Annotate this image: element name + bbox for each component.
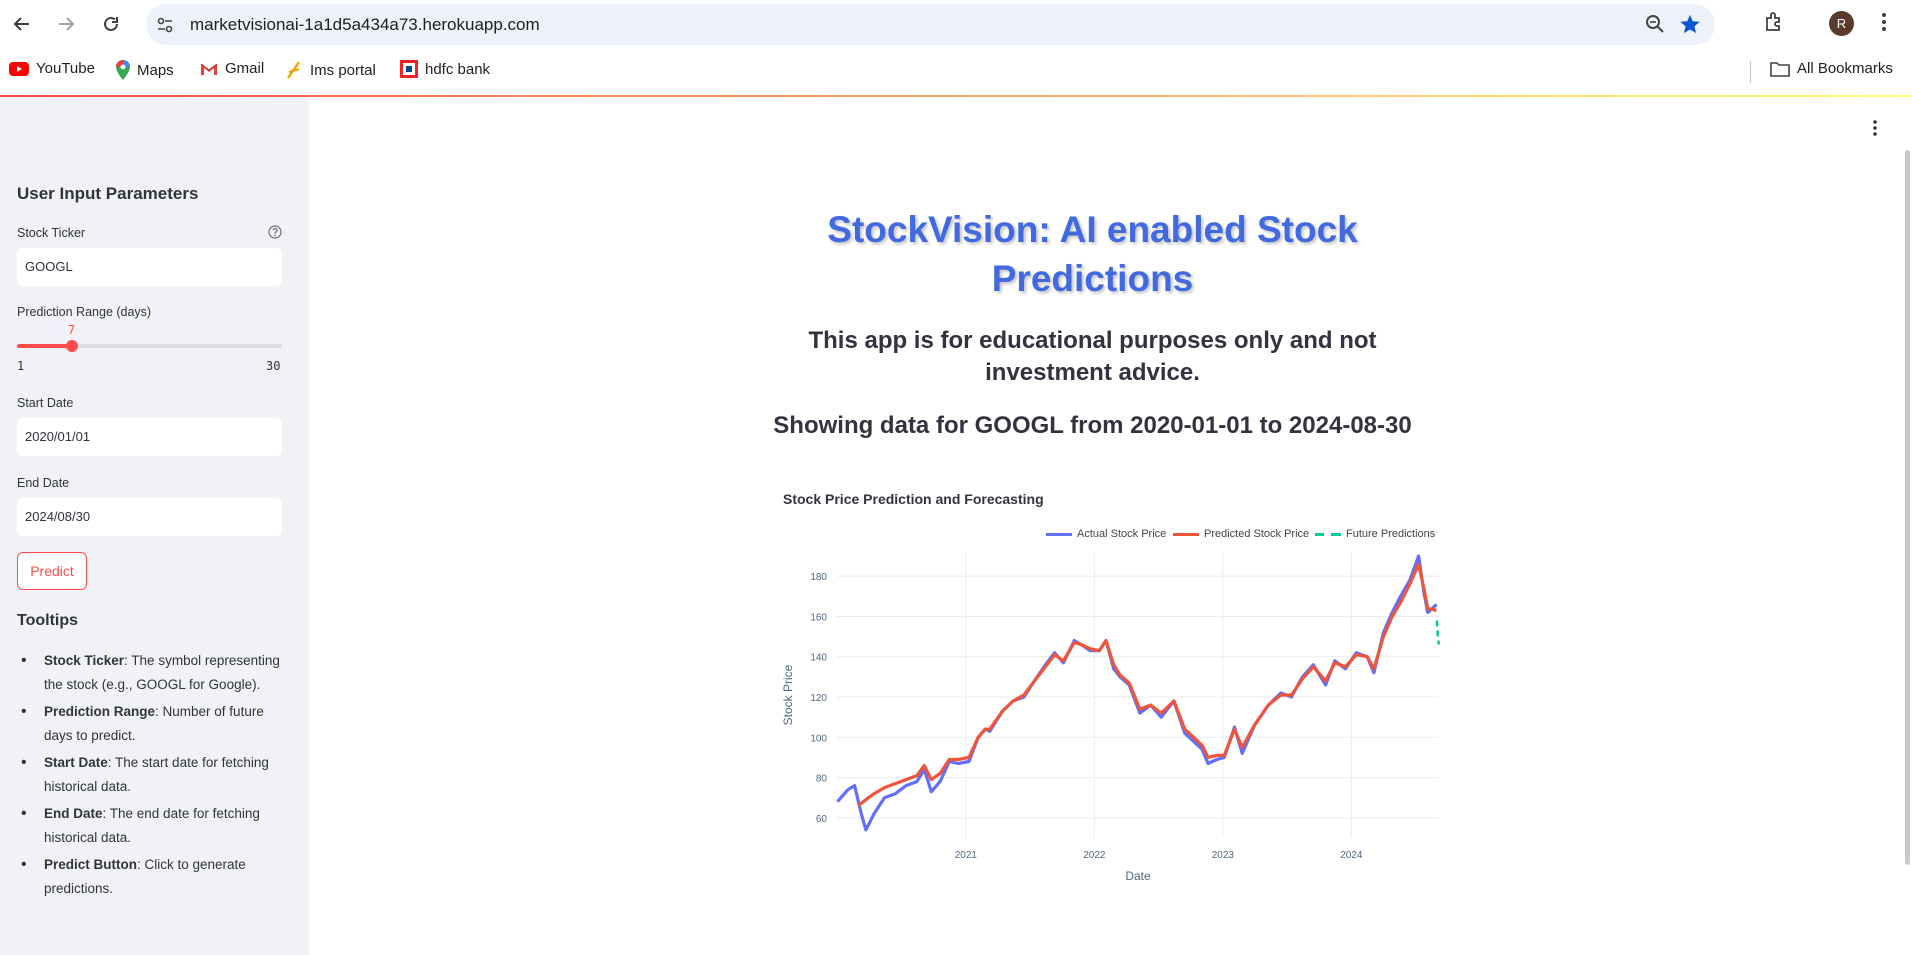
end-date-input[interactable]: 2024/08/30 bbox=[17, 498, 282, 536]
tooltips-heading: Tooltips bbox=[17, 612, 79, 629]
list-item: Start Date: The start date for fetching … bbox=[17, 751, 287, 799]
legend-label: Future Predictions bbox=[1346, 528, 1436, 540]
x-tick-label: 2021 bbox=[955, 850, 978, 861]
help-icon[interactable] bbox=[268, 225, 282, 244]
y-tick-label: 80 bbox=[816, 774, 828, 785]
list-item: Prediction Range: Number of future days … bbox=[17, 700, 287, 748]
bookmark-label: YouTube bbox=[36, 60, 95, 77]
back-icon[interactable] bbox=[8, 10, 36, 38]
list-item: Predict Button: Click to generate predic… bbox=[17, 853, 287, 901]
bookmark-hdfc[interactable]: hdfc bank bbox=[400, 60, 490, 78]
forward-icon[interactable] bbox=[52, 10, 80, 38]
chart-canvas[interactable]: 60 80 100 120 140 160 180 2021 2022 2023 2024 Date S… bbox=[775, 484, 1445, 904]
range-slider-value: 7 bbox=[67, 323, 76, 337]
y-axis-title: Stock Price bbox=[781, 664, 795, 725]
list-item: End Date: The end date for fetching hist… bbox=[17, 802, 287, 850]
bookmark-label: Ims portal bbox=[310, 61, 376, 79]
range-slider[interactable] bbox=[17, 340, 282, 352]
chart-title: Stock Price Prediction and Forecasting bbox=[783, 491, 1044, 507]
end-date-label: End Date bbox=[17, 476, 70, 490]
bookmark-youtube[interactable]: YouTube bbox=[9, 60, 95, 77]
range-slider-fill bbox=[17, 344, 72, 348]
x-tick-label: 2022 bbox=[1083, 850, 1106, 861]
legend-future[interactable]: Future Predictions bbox=[1315, 528, 1435, 540]
series-actual-line bbox=[836, 554, 1438, 832]
series-future-line bbox=[1435, 620, 1441, 645]
maps-icon bbox=[116, 60, 130, 80]
all-bookmarks-button[interactable]: All Bookmarks bbox=[1770, 60, 1893, 77]
legend-actual[interactable]: Actual Stock Price bbox=[1046, 528, 1166, 540]
browser-toolbar: marketvisionai-1a1d5a434a73.herokuapp.co… bbox=[0, 0, 1912, 48]
bookmark-label: hdfc bank bbox=[425, 60, 491, 78]
legend-predicted[interactable]: Predicted Stock Price bbox=[1173, 528, 1309, 540]
list-item: Stock Ticker: The symbol representing th… bbox=[17, 649, 287, 697]
bookmark-maps[interactable]: Maps bbox=[116, 60, 174, 80]
y-tick-label: 180 bbox=[810, 572, 827, 583]
reload-icon[interactable] bbox=[97, 10, 125, 38]
sidebar-heading: User Input Parameters bbox=[17, 184, 199, 203]
tooltip-term: Prediction Range bbox=[44, 704, 156, 719]
tooltip-term: Predict Button bbox=[44, 857, 137, 872]
extensions-icon[interactable] bbox=[1763, 10, 1787, 39]
tooltip-term: Start Date bbox=[44, 755, 108, 770]
predict-button[interactable]: Predict bbox=[17, 552, 87, 590]
y-tick-label: 120 bbox=[810, 693, 827, 704]
bookmark-label: Gmail bbox=[225, 60, 265, 77]
hdfc-icon bbox=[400, 60, 418, 78]
range-slider-thumb[interactable] bbox=[65, 340, 78, 352]
bookmark-label: Maps bbox=[137, 61, 174, 79]
site-info-icon[interactable] bbox=[156, 16, 174, 39]
app-menu-icon[interactable] bbox=[1872, 118, 1878, 143]
tooltip-term: Stock Ticker bbox=[44, 653, 125, 668]
all-bookmarks-label: All Bookmarks bbox=[1797, 60, 1893, 77]
folder-icon bbox=[1770, 61, 1790, 77]
range-min-label: 1 bbox=[17, 359, 25, 373]
ticker-input[interactable]: GOOGL bbox=[17, 248, 282, 286]
ticker-label: Stock Ticker bbox=[17, 226, 86, 240]
legend-swatch bbox=[1315, 532, 1341, 536]
tooltip-term: End Date bbox=[44, 806, 103, 821]
youtube-icon bbox=[9, 61, 29, 76]
bookmark-ims[interactable]: Ims portal bbox=[285, 60, 376, 80]
y-tick-label: 140 bbox=[810, 653, 827, 664]
bookmarks-divider bbox=[1750, 61, 1751, 83]
main-scrollbar[interactable] bbox=[1905, 150, 1910, 865]
page-title: StockVision: AI enabled Stock Prediction… bbox=[827, 209, 1358, 299]
address-bar[interactable]: marketvisionai-1a1d5a434a73.herokuapp.co… bbox=[146, 4, 1715, 45]
bookmarks-bar: YouTube Maps Gmail Ims portal hdfc bank … bbox=[0, 48, 1912, 96]
y-tick-label: 100 bbox=[810, 733, 827, 744]
browser-menu-icon[interactable] bbox=[1880, 10, 1888, 39]
range-label: Prediction Range (days) bbox=[17, 305, 152, 319]
x-tick-label: 2024 bbox=[1340, 850, 1363, 861]
bookmark-gmail[interactable]: Gmail bbox=[200, 60, 264, 77]
stock-chart[interactable]: 60 80 100 120 140 160 180 2021 2022 2023 2024 Date S… bbox=[775, 484, 1445, 904]
range-max-label: 30 bbox=[266, 359, 281, 373]
legend-label: Actual Stock Price bbox=[1077, 528, 1167, 540]
profile-avatar[interactable]: R bbox=[1829, 11, 1854, 36]
sidebar: User Input Parameters Stock Ticker GOOGL… bbox=[0, 97, 309, 955]
gmail-icon bbox=[200, 62, 218, 76]
ims-icon bbox=[285, 60, 303, 80]
bookmark-star-icon[interactable] bbox=[1679, 13, 1701, 40]
disclaimer-text: This app is for educational purposes onl… bbox=[808, 327, 1377, 386]
legend-swatch bbox=[1046, 532, 1072, 536]
tooltips-list: Stock Ticker: The symbol representing th… bbox=[17, 649, 287, 904]
start-date-label: Start Date bbox=[17, 396, 74, 410]
legend-swatch bbox=[1173, 532, 1199, 536]
start-date-input[interactable]: 2020/01/01 bbox=[17, 418, 282, 456]
y-tick-label: 160 bbox=[810, 612, 827, 623]
url-text[interactable]: marketvisionai-1a1d5a434a73.herokuapp.co… bbox=[190, 15, 540, 35]
legend-label: Predicted Stock Price bbox=[1204, 528, 1310, 540]
x-axis-title: Date bbox=[1125, 869, 1151, 883]
zoom-icon[interactable] bbox=[1645, 14, 1665, 39]
x-tick-label: 2023 bbox=[1212, 850, 1235, 861]
data-range-heading: Showing data for GOOGL from 2020-01-01 t… bbox=[773, 412, 1412, 439]
y-tick-label: 60 bbox=[816, 814, 828, 825]
